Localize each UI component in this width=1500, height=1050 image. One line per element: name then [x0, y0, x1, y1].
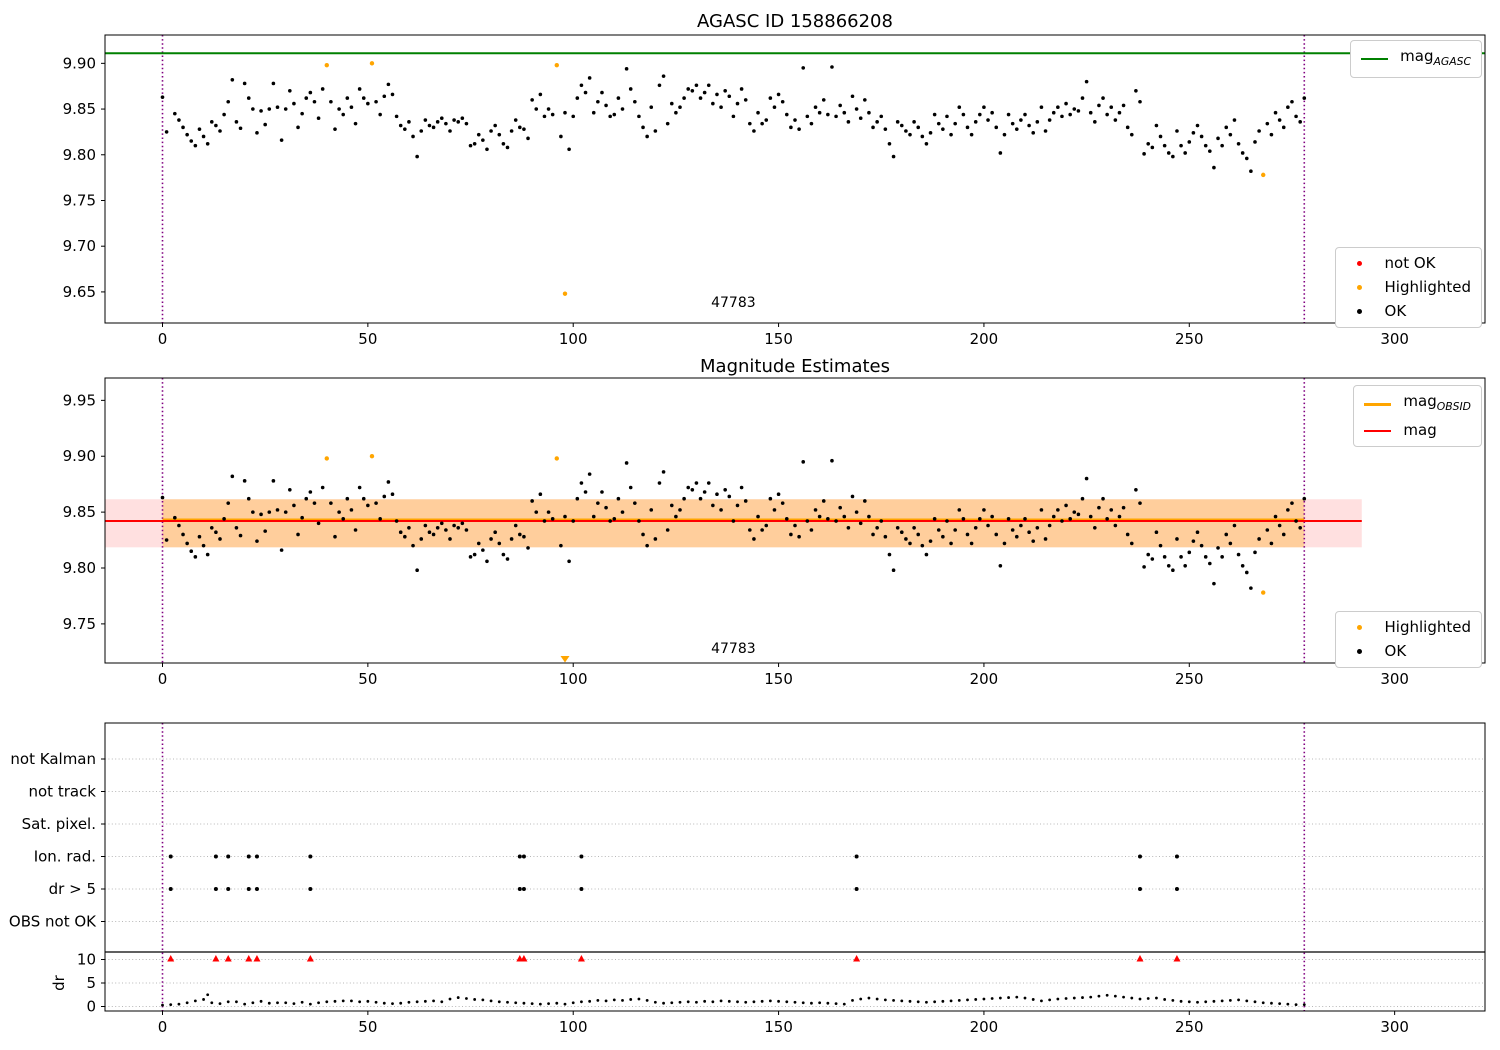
uncertainty-band — [162, 499, 1305, 548]
y-tick-label: 9.80 — [63, 559, 96, 577]
dr-tick-label: 0 — [86, 998, 96, 1016]
x-tick-label: 150 — [764, 330, 793, 348]
legend-item: not OK — [1346, 253, 1471, 274]
x-tick-label: 150 — [764, 1018, 793, 1036]
x-tick-label: 0 — [158, 1018, 168, 1036]
clipped-point-marker — [560, 656, 570, 663]
y-tick-label: 9.75 — [63, 191, 96, 209]
legend-item: mag — [1364, 420, 1471, 441]
dr-points — [161, 993, 1306, 1007]
flags-chart: not Kalman not track Sat. pixel. Ion. rad. d… — [9, 722, 1486, 1036]
agasc-magnitude-chart: 47783 0 50 100 150 200 250 300 9.65 9.70 9.75 9.80 9… — [63, 34, 1486, 348]
legend-item: magAGASC — [1361, 46, 1471, 72]
x-tick-label: 300 — [1380, 330, 1409, 348]
legend-label: not OK — [1384, 254, 1436, 272]
legend-dot-swatch — [1356, 625, 1362, 630]
legend-line-swatch — [1364, 402, 1392, 406]
y-tick-label: 9.95 — [63, 391, 96, 409]
y-tick-label: 9.80 — [63, 146, 96, 164]
x-tick-label: 250 — [1175, 330, 1204, 348]
legend-item: Highlighted — [1346, 617, 1471, 638]
flag-category-label: Ion. rad. — [34, 848, 96, 866]
flag-points — [168, 854, 1179, 859]
legend-label: OK — [1384, 642, 1407, 660]
charts-canvas: 477830 50 100 150 200 250 3009.659.709.759.809… — [9, 34, 1486, 1036]
figure: 47783 0 50 100 150 200 250 300 9.65 9.70 9.75 9.80 9… — [0, 0, 1500, 1050]
legend-label: magOBSID — [1403, 392, 1471, 413]
x-tick-label: 50 — [358, 330, 377, 348]
legend-marker-swatch — [1346, 649, 1373, 654]
legend-dot-swatch — [1356, 261, 1362, 266]
x-tick-label: 300 — [1380, 670, 1409, 688]
x-tick-label: 300 — [1380, 1018, 1409, 1036]
flag-category-label: dr > 5 — [49, 880, 96, 898]
legend-item: OK — [1346, 641, 1471, 662]
legend-marker-swatch — [1346, 625, 1373, 630]
legend-dot-swatch — [1356, 649, 1362, 654]
y-tick-label: 9.85 — [63, 503, 96, 521]
legend-line-swatch — [1364, 429, 1392, 432]
top-chart-title: AGASC ID 158866208 — [697, 11, 893, 32]
x-tick-label: 200 — [970, 330, 999, 348]
legend-mag-agasc: magAGASC — [1350, 40, 1482, 78]
x-tick-label: 0 — [158, 330, 168, 348]
y-tick-label: 9.90 — [63, 54, 96, 72]
x-tick-label: 200 — [970, 670, 999, 688]
ok-points — [160, 65, 1307, 174]
x-tick-label: 200 — [970, 1018, 999, 1036]
flag-category-label: Sat. pixel. — [22, 815, 96, 833]
legend-marker-swatch — [1346, 261, 1373, 266]
legend-marker-swatch — [1346, 309, 1373, 314]
legend-point-status-middle: Highlighted OK — [1334, 611, 1482, 668]
y-tick-label: 9.90 — [63, 447, 96, 465]
x-tick-label: 50 — [358, 1018, 377, 1036]
dr-axis-label: dr — [50, 974, 68, 991]
flag-category-label: not track — [28, 783, 96, 801]
x-tick-label: 250 — [1175, 1018, 1204, 1036]
obsid-annotation: 47783 — [711, 641, 756, 657]
x-tick-label: 250 — [1175, 670, 1204, 688]
obsid-annotation: 47783 — [711, 295, 756, 311]
y-tick-label: 9.70 — [63, 237, 96, 255]
y-tick-label: 9.65 — [63, 283, 96, 301]
y-tick-label: 9.85 — [63, 100, 96, 118]
legend-point-status: not OK Highlighted OK — [1334, 247, 1482, 328]
y-tick-label: 9.75 — [63, 615, 96, 633]
plot-frame — [104, 722, 1486, 1012]
x-tick-label: 100 — [559, 1018, 588, 1036]
plot-frame — [104, 34, 1486, 324]
legend-line-swatch — [1361, 58, 1389, 60]
highlighted-points — [324, 61, 1266, 296]
legend-dot-swatch — [1356, 285, 1362, 290]
legend-marker-swatch — [1346, 285, 1373, 290]
x-tick-label: 150 — [764, 670, 793, 688]
legend-mag-lines: magOBSID mag — [1353, 385, 1482, 447]
flag-category-label: not Kalman — [10, 750, 96, 768]
dr-tick-label: 5 — [86, 974, 96, 992]
x-tick-label: 50 — [358, 670, 377, 688]
flag-category-label: OBS not OK — [9, 913, 97, 931]
x-tick-label: 100 — [559, 330, 588, 348]
middle-chart-title: Magnitude Estimates — [700, 356, 890, 377]
legend-item: Highlighted — [1346, 277, 1471, 298]
x-tick-label: 0 — [158, 670, 168, 688]
dr-tick-label: 10 — [77, 951, 96, 969]
legend-dot-swatch — [1356, 309, 1362, 314]
x-tick-label: 100 — [559, 670, 588, 688]
legend-label: OK — [1384, 302, 1407, 320]
magnitude-estimates-chart: 47783 0 50 100 150 200 250 300 9.75 9.80 9.85 9.90 9… — [63, 377, 1486, 688]
legend-label: Highlighted — [1384, 278, 1471, 296]
legend-label: Highlighted — [1384, 618, 1471, 636]
legend-item: magOBSID — [1364, 391, 1471, 417]
flag-points — [168, 887, 1179, 891]
legend-label: magAGASC — [1400, 47, 1471, 68]
legend-label: mag — [1403, 421, 1437, 439]
legend-item: OK — [1346, 301, 1471, 322]
dr-exceed-markers — [167, 955, 1181, 962]
